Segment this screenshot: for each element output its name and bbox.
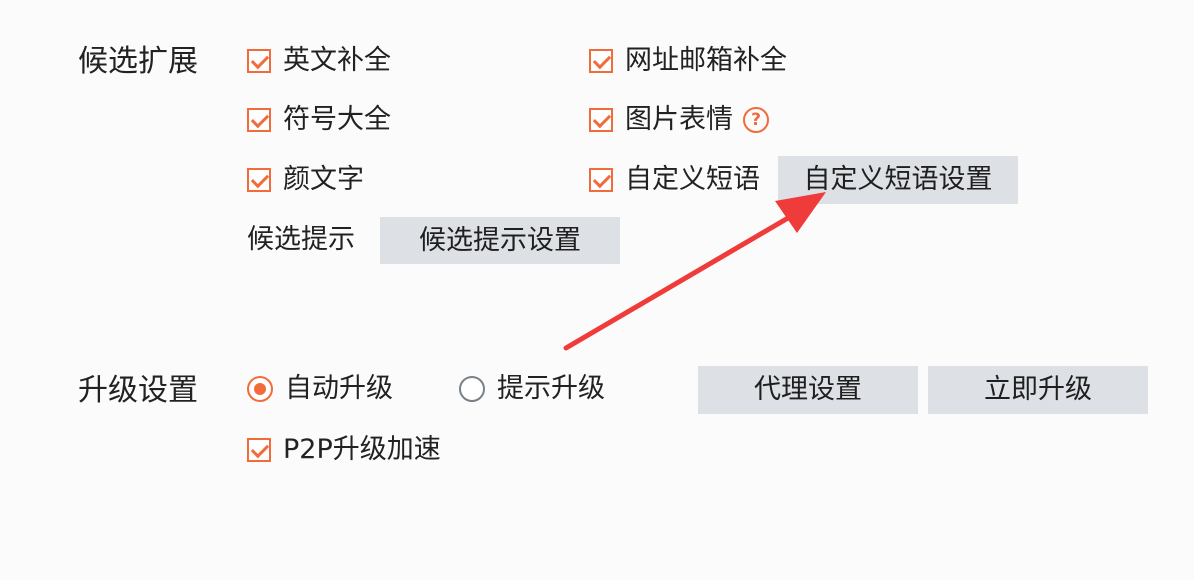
annotation-arrow <box>563 192 826 351</box>
radio-label: 自动升级 <box>285 373 393 404</box>
checkbox-symbols[interactable]: 符号大全 <box>247 100 391 140</box>
proxy-settings-button[interactable]: 代理设置 <box>698 366 918 414</box>
checkbox-custom-phrase[interactable]: 自定义短语 <box>589 160 760 200</box>
checkbox-checked-icon <box>247 49 271 73</box>
candidate-extension-title: 候选扩展 <box>78 44 198 79</box>
checkbox-label: 自定义短语 <box>625 164 760 195</box>
checkbox-label: 符号大全 <box>283 104 391 135</box>
checkbox-image-emoji[interactable]: 图片表情 ? <box>589 100 769 140</box>
question-circle-icon[interactable]: ? <box>743 107 769 133</box>
checkbox-label: 网址邮箱补全 <box>625 45 787 76</box>
checkbox-label: P2P升级加速 <box>283 434 441 465</box>
checkbox-label: 颜文字 <box>283 164 364 195</box>
upgrade-now-button[interactable]: 立即升级 <box>928 366 1148 414</box>
radio-prompt-upgrade[interactable]: 提示升级 <box>459 369 605 409</box>
checkbox-checked-icon <box>589 168 613 192</box>
checkbox-kaomoji[interactable]: 颜文字 <box>247 160 364 200</box>
checkbox-english-completion[interactable]: 英文补全 <box>247 41 391 81</box>
radio-label: 提示升级 <box>497 373 605 404</box>
radio-auto-upgrade[interactable]: 自动升级 <box>247 369 393 409</box>
custom-phrase-settings-button[interactable]: 自定义短语设置 <box>778 156 1018 204</box>
checkbox-checked-icon <box>247 108 271 132</box>
upgrade-settings-title: 升级设置 <box>78 373 198 408</box>
checkbox-checked-icon <box>247 438 271 462</box>
checkbox-checked-icon <box>589 108 613 132</box>
checkbox-label: 图片表情 <box>625 104 733 135</box>
checkbox-checked-icon <box>247 168 271 192</box>
candidate-hint-settings-button[interactable]: 候选提示设置 <box>380 217 620 264</box>
radio-selected-icon <box>247 376 273 402</box>
candidate-hint-label: 候选提示 <box>247 224 355 255</box>
checkbox-label: 英文补全 <box>283 45 391 76</box>
checkbox-checked-icon <box>589 49 613 73</box>
checkbox-url-email-completion[interactable]: 网址邮箱补全 <box>589 41 787 81</box>
radio-unselected-icon <box>459 376 485 402</box>
checkbox-p2p-upgrade-acceleration[interactable]: P2P升级加速 <box>247 430 441 470</box>
